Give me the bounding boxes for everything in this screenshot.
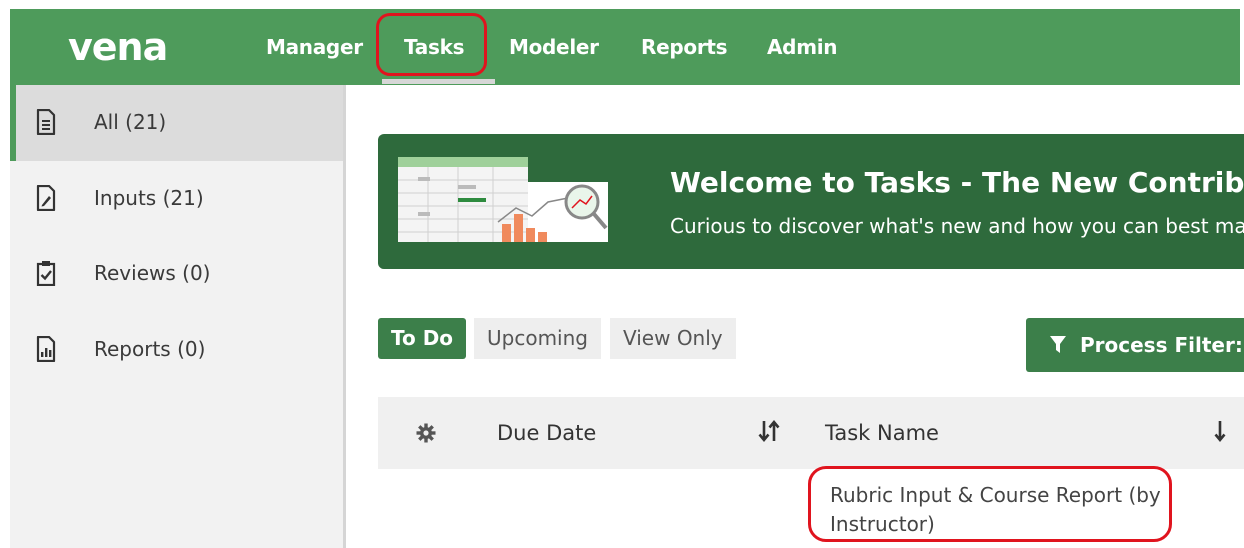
spreadsheet-illustration-icon [398,157,608,242]
welcome-banner: Welcome to Tasks - The New Contributo Cu… [378,134,1244,269]
sort-down-icon[interactable] [1213,419,1227,443]
sidebar-item-label: Reviews (0) [94,261,211,285]
document-icon [36,109,56,135]
sidebar-item-all[interactable]: All (21) [10,85,343,161]
sidebar-item-reports[interactable]: Reports (0) [10,312,343,388]
report-chart-icon [36,336,56,362]
task-table-header: Due Date Task Name [378,397,1244,469]
active-nav-indicator [382,79,495,84]
column-header-due-date[interactable]: Due Date [497,421,596,445]
gear-icon[interactable] [416,423,436,443]
banner-title: Welcome to Tasks - The New Contributo [670,166,1244,199]
edit-document-icon [36,185,56,211]
tasks-highlight-annotation [376,13,487,76]
sort-updown-icon[interactable] [758,419,780,443]
filter-icon [1050,336,1066,353]
process-filter-button[interactable]: Process Filter: A [1026,318,1244,372]
nav-item-reports[interactable]: Reports [641,35,728,59]
tab-view-only[interactable]: View Only [610,318,736,359]
task-highlight-annotation [808,466,1172,542]
sidebar-item-reviews[interactable]: Reviews (0) [10,236,343,312]
clipboard-check-icon [36,261,56,286]
nav-item-modeler[interactable]: Modeler [509,35,599,59]
process-filter-label: Process Filter: A [1080,333,1244,357]
banner-subtitle: Curious to discover what's new and how y… [670,214,1244,238]
tab-upcoming[interactable]: Upcoming [474,318,601,359]
nav-item-manager[interactable]: Manager [266,35,363,59]
sidebar-item-label: Reports (0) [94,337,206,361]
top-navigation-bar: vena Manager Tasks Modeler Reports Admin [10,9,1240,85]
sidebar: All (21) Inputs (21) Reviews (0) Reports… [10,85,346,548]
sidebar-item-label: Inputs (21) [94,186,204,210]
sidebar-item-inputs[interactable]: Inputs (21) [10,161,343,237]
sidebar-item-label: All (21) [94,110,167,134]
column-header-task-name[interactable]: Task Name [825,421,939,445]
nav-item-admin[interactable]: Admin [767,35,838,59]
vena-logo[interactable]: vena [68,25,168,69]
tab-to-do[interactable]: To Do [378,318,467,359]
